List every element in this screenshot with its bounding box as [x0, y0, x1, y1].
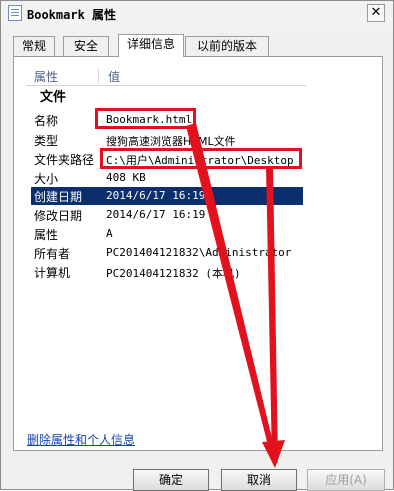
row-value: 2014/6/17 16:19: [106, 208, 206, 221]
row-value: A: [106, 227, 113, 240]
cancel-button[interactable]: 取消: [221, 469, 297, 491]
tab-details[interactable]: 详细信息: [118, 34, 184, 57]
row-name: 修改日期: [34, 209, 83, 223]
title-bar[interactable]: Bookmark 属性 ✕: [1, 1, 393, 27]
tab-general[interactable]: 常规: [13, 36, 55, 56]
table-row[interactable]: 属性 A: [34, 225, 304, 243]
table-row[interactable]: 大小 408 KB: [34, 169, 304, 187]
row-name: 名称: [34, 114, 59, 128]
apply-button[interactable]: 应用(A): [307, 469, 385, 491]
annotation-box-folder-path: [100, 148, 302, 169]
row-value: 408 KB: [106, 171, 146, 184]
tab-previous-versions[interactable]: 以前的版本: [185, 36, 269, 56]
annotation-box-filename: [95, 108, 196, 129]
group-header-file: 文件: [40, 90, 67, 105]
tab-security[interactable]: 安全: [63, 36, 109, 56]
remove-properties-link[interactable]: 删除属性和个人信息: [27, 431, 135, 448]
row-name: 计算机: [34, 266, 71, 280]
column-separator[interactable]: [98, 69, 99, 83]
column-header-value[interactable]: 值: [108, 68, 120, 85]
row-name: 文件夹路径: [34, 153, 95, 167]
list-header: 属性 值: [26, 67, 306, 86]
table-row[interactable]: 计算机 PC201404121832 (本机): [34, 263, 304, 281]
properties-dialog: Bookmark 属性 ✕ 常规 安全 详细信息 以前的版本 属性 值 文件 名…: [0, 0, 394, 491]
table-row[interactable]: 所有者 PC201404121832\Administrator: [34, 244, 304, 262]
table-row[interactable]: 类型 搜狗高速浏览器HTML文件: [34, 131, 304, 149]
row-name: 创建日期: [34, 190, 83, 204]
table-row-selected[interactable]: 创建日期 2014/6/17 16:19: [31, 187, 303, 205]
ok-button[interactable]: 确定: [133, 469, 209, 491]
row-name: 类型: [34, 134, 59, 148]
row-name: 属性: [34, 228, 59, 242]
file-icon: [8, 5, 22, 21]
row-name: 所有者: [34, 247, 71, 261]
table-row[interactable]: 修改日期 2014/6/17 16:19: [34, 206, 304, 224]
close-button[interactable]: ✕: [367, 4, 385, 22]
row-value: 搜狗高速浏览器HTML文件: [106, 135, 236, 148]
row-value: PC201404121832 (本机): [106, 267, 241, 280]
column-header-property[interactable]: 属性: [34, 68, 58, 85]
row-name: 大小: [34, 172, 59, 186]
row-value: 2014/6/17 16:19: [106, 189, 206, 202]
window-title: Bookmark 属性: [27, 8, 117, 22]
row-value: PC201404121832\Administrator: [106, 246, 292, 259]
